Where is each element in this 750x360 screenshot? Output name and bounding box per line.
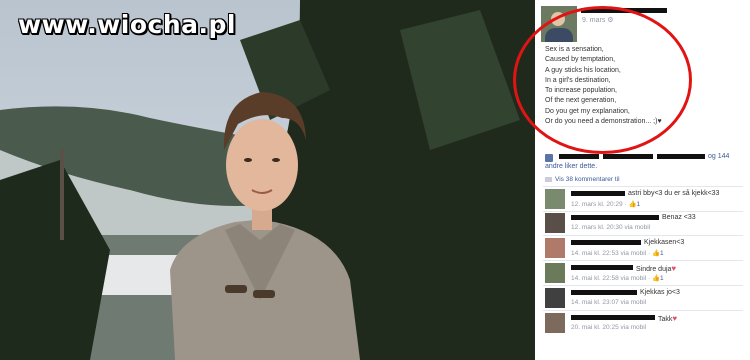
redacted-commenter-name: [571, 265, 633, 270]
commenter-avatar[interactable]: [545, 313, 565, 333]
comment-meta: 14. mai kl. 22:53 via mobil · 👍1: [571, 249, 664, 257]
post-poem: Sex is a sensation, Caused by temptation…: [545, 46, 662, 126]
facebook-post-panel: 9. mars ⚙ Sex is a sensation, Caused by …: [535, 0, 750, 360]
redacted-commenter-name: [571, 315, 655, 320]
commenter-avatar[interactable]: [545, 238, 565, 258]
photo-scene: [0, 0, 535, 360]
view-more-comments-link[interactable]: Vis 38 kommentarer til: [545, 176, 745, 183]
commenter-avatar[interactable]: [545, 288, 565, 308]
comment-meta: 12. mars kl. 20:29 · 👍1: [571, 200, 640, 208]
post-date[interactable]: 9. mars ⚙: [582, 16, 614, 24]
comment-meta: 12. mars kl. 20:30 via mobil: [571, 224, 650, 231]
comment-like-count-value: 1: [660, 250, 664, 257]
comment-text-value: Sindre duja: [636, 266, 672, 273]
comment-text: Sindre duja♥: [636, 264, 676, 273]
comment-item: Kjekkasen<3 14. mai kl. 22:53 via mobil …: [545, 237, 745, 259]
author-avatar[interactable]: [541, 6, 577, 42]
redacted-liker-1: [559, 154, 599, 159]
comment-text: Kjekkasen<3: [644, 239, 685, 246]
comment-timestamp: 14. mai kl. 22:58 via mobil ·: [571, 275, 651, 282]
heart-icon: ♥: [671, 264, 677, 273]
watermark-text: www.wiocha.pl: [18, 10, 236, 39]
comment-like-count[interactable]: 👍1: [652, 250, 664, 257]
commenter-avatar[interactable]: [545, 189, 565, 209]
comment-text-value: Takk: [658, 316, 673, 323]
comment-timestamp: 12. mars kl. 20:30 via mobil: [571, 224, 651, 231]
comment-meta: 14. mai kl. 23:07 via mobil: [571, 299, 646, 306]
comment-item: Benaz <33 12. mars kl. 20:30 via mobil: [545, 212, 745, 234]
redacted-commenter-name: [571, 290, 637, 295]
globe-icon: ⚙: [607, 17, 614, 24]
divider: [543, 310, 743, 311]
post-date-text: 9. mars: [582, 17, 606, 24]
commenter-avatar[interactable]: [545, 213, 565, 233]
comment-timestamp: 12. mars kl. 20:29 ·: [571, 201, 627, 208]
comment-icon: [545, 176, 552, 182]
comment-meta: 20. mai kl. 20:25 via mobil: [571, 324, 646, 331]
comment-like-count-value: 1: [660, 275, 664, 282]
divider: [543, 186, 743, 187]
heart-icon: ♥: [672, 314, 678, 323]
redacted-commenter-name: [571, 240, 641, 245]
comment-like-count-value: 1: [636, 201, 641, 208]
comment-text: Takk♥: [658, 314, 677, 323]
photo: www.wiocha.pl: [0, 0, 535, 360]
redacted-author-name: [581, 8, 667, 13]
redacted-liker-2: [603, 154, 653, 159]
comment-item: Kjekkas jo<3 14. mai kl. 23:07 via mobil: [545, 287, 745, 309]
commenter-avatar[interactable]: [545, 263, 565, 283]
comment-like-count[interactable]: 👍1: [628, 201, 640, 208]
thumbs-up-icon: [545, 154, 553, 162]
redacted-commenter-name: [571, 191, 625, 196]
likes-others-text[interactable]: andre liker dette.: [545, 163, 597, 170]
comment-text: astri bby<3 du er så kjekk<33: [628, 190, 720, 197]
comment-like-count[interactable]: 👍1: [652, 275, 664, 282]
comment-timestamp: 20. mai kl. 20:25 via mobil: [571, 324, 647, 331]
divider: [543, 235, 743, 236]
comment-item: astri bby<3 du er så kjekk<33 12. mars k…: [545, 188, 745, 210]
comment-timestamp: 14. mai kl. 23:07 via mobil: [571, 299, 647, 306]
divider: [543, 260, 743, 261]
comment-text: Kjekkas jo<3: [640, 289, 680, 296]
divider: [543, 285, 743, 286]
comment-item: Takk♥ 20. mai kl. 20:25 via mobil: [545, 312, 745, 334]
likes-count-link[interactable]: og 144: [708, 153, 729, 160]
comment-timestamp: 14. mai kl. 22:53 via mobil ·: [571, 250, 651, 257]
comment-meta: 14. mai kl. 22:58 via mobil · 👍1: [571, 274, 664, 282]
redacted-commenter-name: [571, 215, 659, 220]
comment-text: Benaz <33: [662, 214, 696, 221]
comment-item: Sindre duja♥ 14. mai kl. 22:58 via mobil…: [545, 262, 745, 284]
redacted-liker-3: [657, 154, 705, 159]
view-more-comments-label: Vis 38 kommentarer til: [555, 176, 620, 183]
